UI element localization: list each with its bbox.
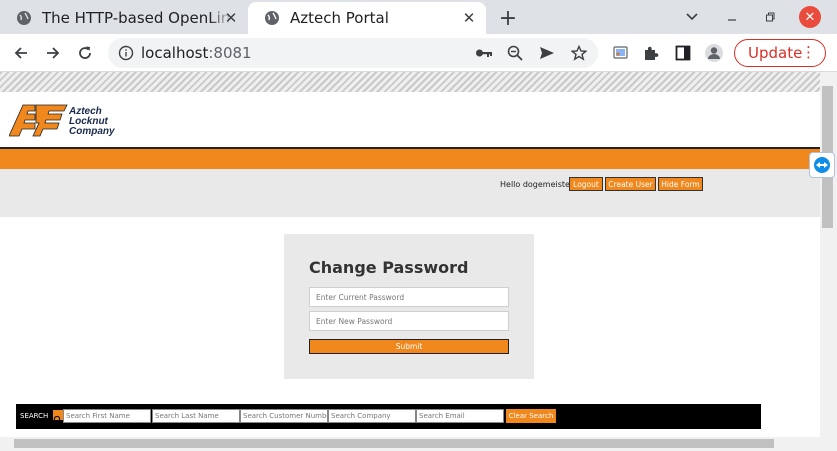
profile-avatar-icon[interactable] bbox=[704, 43, 724, 63]
submit-button[interactable]: Submit bbox=[309, 339, 509, 354]
tab-aztech-portal[interactable]: Aztech Portal ✕ bbox=[248, 2, 486, 34]
back-button[interactable] bbox=[10, 42, 32, 64]
page-viewport: Aztech Locknut Company Hello dogemeister… bbox=[0, 72, 820, 437]
search-last-name-input[interactable]: Search Last Name bbox=[152, 409, 240, 423]
tab-search-chevron-icon[interactable] bbox=[682, 6, 702, 28]
horizontal-scroll-thumb[interactable] bbox=[14, 439, 774, 448]
zoom-out-icon[interactable] bbox=[505, 43, 525, 63]
globe-icon bbox=[17, 11, 31, 25]
restore-button[interactable] bbox=[762, 6, 778, 28]
aztech-logo: Aztech Locknut Company bbox=[8, 103, 121, 143]
change-password-title: Change Password bbox=[309, 258, 469, 277]
search-email-input[interactable]: Search Email bbox=[416, 409, 504, 423]
create-user-button[interactable]: Create User bbox=[605, 177, 656, 191]
search-bar: SEARCH Search First Name Search Last Nam… bbox=[16, 404, 761, 429]
search-first-name-input[interactable]: Search First Name bbox=[63, 409, 151, 423]
update-label: Update bbox=[748, 44, 803, 62]
reload-button[interactable] bbox=[74, 42, 96, 64]
search-icon[interactable] bbox=[53, 410, 63, 425]
brand-bar bbox=[0, 147, 820, 169]
info-icon[interactable] bbox=[118, 45, 134, 61]
decorative-stripe-band bbox=[0, 72, 820, 92]
new-tab-button[interactable]: + bbox=[496, 6, 520, 31]
svg-text:Company: Company bbox=[69, 126, 115, 137]
new-password-field[interactable]: Enter New Password bbox=[309, 311, 509, 331]
change-password-card: Change Password Enter Current Password E… bbox=[284, 234, 534, 379]
logout-button[interactable]: Logout bbox=[569, 177, 603, 191]
update-button[interactable]: Update ⋮ bbox=[734, 39, 826, 67]
tab-title: Aztech Portal bbox=[290, 9, 389, 27]
more-menu-icon[interactable]: ⋮ bbox=[801, 43, 816, 61]
hide-form-button[interactable]: Hide Form bbox=[658, 177, 703, 191]
close-tab-icon[interactable]: ✕ bbox=[460, 9, 478, 27]
tab-title: The HTTP-based OpenLink bbox=[42, 9, 232, 27]
tab-strip: The HTTP-based OpenLink ✕ Aztech Portal … bbox=[0, 0, 837, 34]
search-customer-number-input[interactable]: Search Customer Number bbox=[240, 409, 328, 423]
teamviewer-icon[interactable] bbox=[809, 152, 835, 178]
extensions-puzzle-icon[interactable] bbox=[641, 43, 661, 63]
current-password-field[interactable]: Enter Current Password bbox=[309, 287, 509, 307]
hello-user-text: Hello dogemeister bbox=[500, 180, 574, 189]
search-label: SEARCH bbox=[20, 412, 49, 420]
globe-icon bbox=[265, 11, 279, 25]
cast-media-icon[interactable] bbox=[610, 43, 630, 63]
clear-search-button[interactable]: Clear Search bbox=[506, 409, 556, 423]
browser-toolbar: localhost:8081 Update ⋮ bbox=[0, 34, 837, 72]
minimize-button[interactable] bbox=[724, 6, 740, 28]
side-panel-icon[interactable] bbox=[673, 43, 693, 63]
tab-openlink[interactable]: The HTTP-based OpenLink ✕ bbox=[0, 2, 248, 34]
bookmark-star-icon[interactable] bbox=[569, 43, 589, 63]
key-icon[interactable] bbox=[474, 43, 494, 63]
url-text: localhost:8081 bbox=[141, 44, 252, 62]
window-close-button[interactable]: ✕ bbox=[799, 6, 821, 28]
send-icon[interactable] bbox=[537, 43, 557, 63]
search-company-input[interactable]: Search Company bbox=[328, 409, 416, 423]
forward-button[interactable] bbox=[42, 42, 64, 64]
close-tab-icon[interactable]: ✕ bbox=[222, 9, 240, 27]
